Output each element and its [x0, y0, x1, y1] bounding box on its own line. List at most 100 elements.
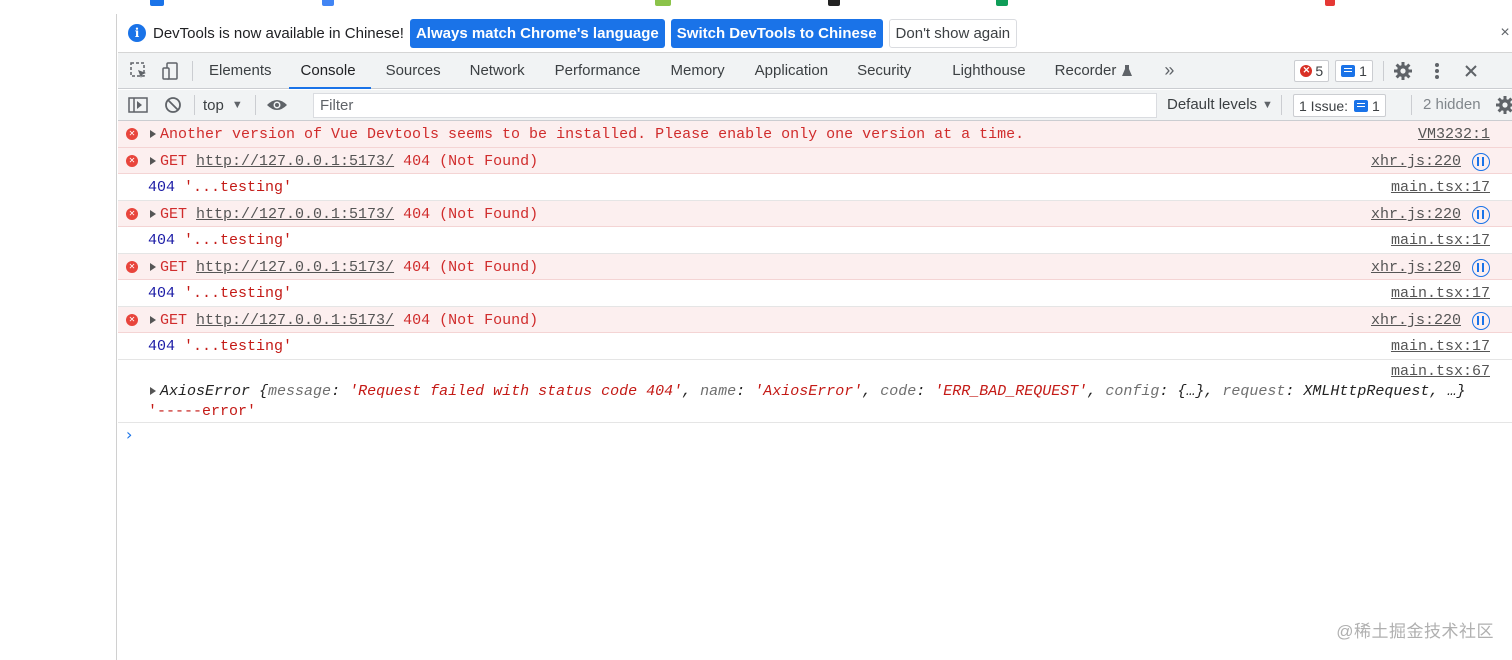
tab-console[interactable]: Console — [288, 53, 371, 89]
switch-to-chinese-button[interactable]: Switch DevTools to Chinese — [670, 18, 883, 48]
hidden-count: 2 hidden — [1423, 96, 1481, 113]
network-request-icon[interactable] — [1472, 153, 1490, 171]
source-link[interactable]: xhr.js:220 — [1371, 312, 1461, 329]
tab-recorder[interactable]: Recorder — [1055, 53, 1117, 89]
expand-triangle-icon[interactable] — [150, 387, 156, 395]
object-brace: { — [259, 383, 269, 400]
eye-icon[interactable] — [266, 94, 288, 116]
source-link[interactable]: main.tsx:17 — [1391, 179, 1490, 196]
log-message: 404 '...testing' — [148, 285, 292, 302]
tab-lighthouse[interactable]: Lighthouse — [952, 53, 1025, 89]
request-url-link[interactable]: http://127.0.0.1:5173/ — [196, 259, 394, 276]
request-url-link[interactable]: http://127.0.0.1:5173/ — [196, 206, 394, 223]
console-messages: ✕ Another version of Vue Devtools seems … — [118, 121, 1512, 449]
always-match-language-button[interactable]: Always match Chrome's language — [409, 18, 665, 48]
log-string: '...testing' — [184, 285, 293, 302]
info-icon: i — [128, 24, 146, 42]
device-toolbar-icon[interactable] — [160, 60, 182, 82]
close-devtools-icon[interactable] — [1460, 60, 1482, 82]
chevron-down-icon[interactable]: ▼ — [1262, 99, 1273, 111]
source-link[interactable]: xhr.js:220 — [1371, 153, 1461, 170]
expand-triangle-icon[interactable] — [150, 210, 156, 218]
toolbar-divider — [194, 95, 195, 115]
log-number: 404 — [148, 232, 176, 249]
request-method: GET — [160, 206, 188, 223]
log-string: '-----error' — [148, 403, 257, 420]
bookmark-favicon[interactable] — [150, 0, 164, 6]
console-error-row[interactable]: ✕ GET http://127.0.0.1:5173/ 404 (Not Fo… — [118, 148, 1512, 174]
tab-memory[interactable]: Memory — [671, 53, 725, 89]
filter-input[interactable]: Filter — [313, 93, 1157, 118]
request-url-link[interactable]: http://127.0.0.1:5173/ — [196, 153, 394, 170]
issues-count: 1 — [1372, 97, 1380, 114]
more-options-icon[interactable] — [1426, 60, 1448, 82]
tab-application[interactable]: Application — [755, 53, 828, 89]
tab-elements[interactable]: Elements — [209, 53, 272, 89]
issues-button[interactable]: 1 Issue: 1 — [1293, 94, 1386, 117]
gear-icon[interactable] — [1392, 60, 1414, 82]
request-status: 404 (Not Found) — [403, 153, 539, 170]
console-settings-icon[interactable] — [1494, 94, 1512, 116]
source-link[interactable]: main.tsx:67 — [1391, 363, 1490, 380]
log-number: 404 — [148, 179, 176, 196]
bookmark-favicon[interactable] — [828, 0, 840, 6]
console-prompt-row[interactable]: › — [118, 423, 1512, 449]
dont-show-again-button[interactable]: Don't show again — [888, 18, 1018, 48]
axios-error-object[interactable]: AxiosError {message: 'Request failed wit… — [160, 383, 1465, 400]
sidebar-toggle-icon[interactable] — [127, 94, 149, 116]
expand-triangle-icon[interactable] — [150, 316, 156, 324]
network-request-icon[interactable] — [1472, 206, 1490, 224]
bookmark-favicon[interactable] — [655, 0, 671, 6]
source-link[interactable]: main.tsx:17 — [1391, 285, 1490, 302]
object-value: 'Request failed with status code 404' — [349, 383, 683, 400]
more-tabs-icon[interactable]: » — [1164, 53, 1174, 89]
clear-console-icon[interactable] — [162, 94, 184, 116]
chevron-down-icon[interactable]: ▼ — [232, 99, 243, 111]
expand-triangle-icon[interactable] — [150, 263, 156, 271]
request-status: 404 (Not Found) — [403, 206, 539, 223]
bookmark-favicon[interactable] — [1325, 0, 1335, 6]
console-error-row[interactable]: ✕ GET http://127.0.0.1:5173/ 404 (Not Fo… — [118, 254, 1512, 280]
message-icon — [1354, 99, 1369, 112]
console-object-row[interactable]: main.tsx:67 AxiosError {message: 'Reques… — [118, 360, 1512, 423]
source-link[interactable]: main.tsx:17 — [1391, 232, 1490, 249]
inspect-element-icon[interactable] — [128, 60, 150, 82]
error-counter[interactable]: ✕ 5 — [1294, 59, 1330, 82]
expand-triangle-icon[interactable] — [150, 130, 156, 138]
watermark: @稀土掘金技术社区 — [1336, 622, 1494, 641]
network-request-icon[interactable] — [1472, 259, 1490, 277]
source-link[interactable]: VM3232:1 — [1418, 126, 1490, 143]
toolbar-divider — [1382, 60, 1384, 81]
network-request-icon[interactable] — [1472, 312, 1490, 330]
tab-performance[interactable]: Performance — [555, 53, 641, 89]
bookmark-favicon[interactable] — [322, 0, 334, 6]
console-error-row[interactable]: ✕ GET http://127.0.0.1:5173/ 404 (Not Fo… — [118, 201, 1512, 227]
tab-network[interactable]: Network — [470, 53, 525, 89]
object-value: {…} — [1177, 383, 1205, 400]
expand-triangle-icon[interactable] — [150, 157, 156, 165]
object-ellipsis: , …} — [1429, 383, 1466, 400]
log-string: '...testing' — [184, 232, 293, 249]
flask-icon — [1120, 60, 1134, 82]
close-icon[interactable]: × — [1498, 24, 1512, 42]
page-content-area — [0, 14, 117, 660]
request-url-link[interactable]: http://127.0.0.1:5173/ — [196, 312, 394, 329]
infobar-message: DevTools is now available in Chinese! — [153, 24, 404, 42]
source-link[interactable]: main.tsx:17 — [1391, 338, 1490, 355]
log-levels-dropdown[interactable]: Default levels — [1167, 96, 1257, 113]
message-counter[interactable]: 1 — [1335, 59, 1373, 82]
tab-security[interactable]: Security — [857, 53, 911, 89]
console-error-row[interactable]: ✕ GET http://127.0.0.1:5173/ 404 (Not Fo… — [118, 307, 1512, 333]
tab-sources[interactable]: Sources — [386, 53, 441, 89]
console-error-row[interactable]: ✕ Another version of Vue Devtools seems … — [118, 121, 1512, 148]
source-link[interactable]: xhr.js:220 — [1371, 259, 1461, 276]
request-method: GET — [160, 153, 188, 170]
console-prompt-icon[interactable]: › — [126, 425, 132, 444]
log-message: 404 '...testing' — [148, 232, 292, 249]
object-key: name — [700, 383, 737, 400]
source-link[interactable]: xhr.js:220 — [1371, 206, 1461, 223]
context-selector[interactable]: top — [203, 97, 224, 114]
error-icon: ✕ — [126, 208, 138, 220]
bookmark-favicon[interactable] — [996, 0, 1008, 6]
error-icon: ✕ — [126, 261, 138, 273]
